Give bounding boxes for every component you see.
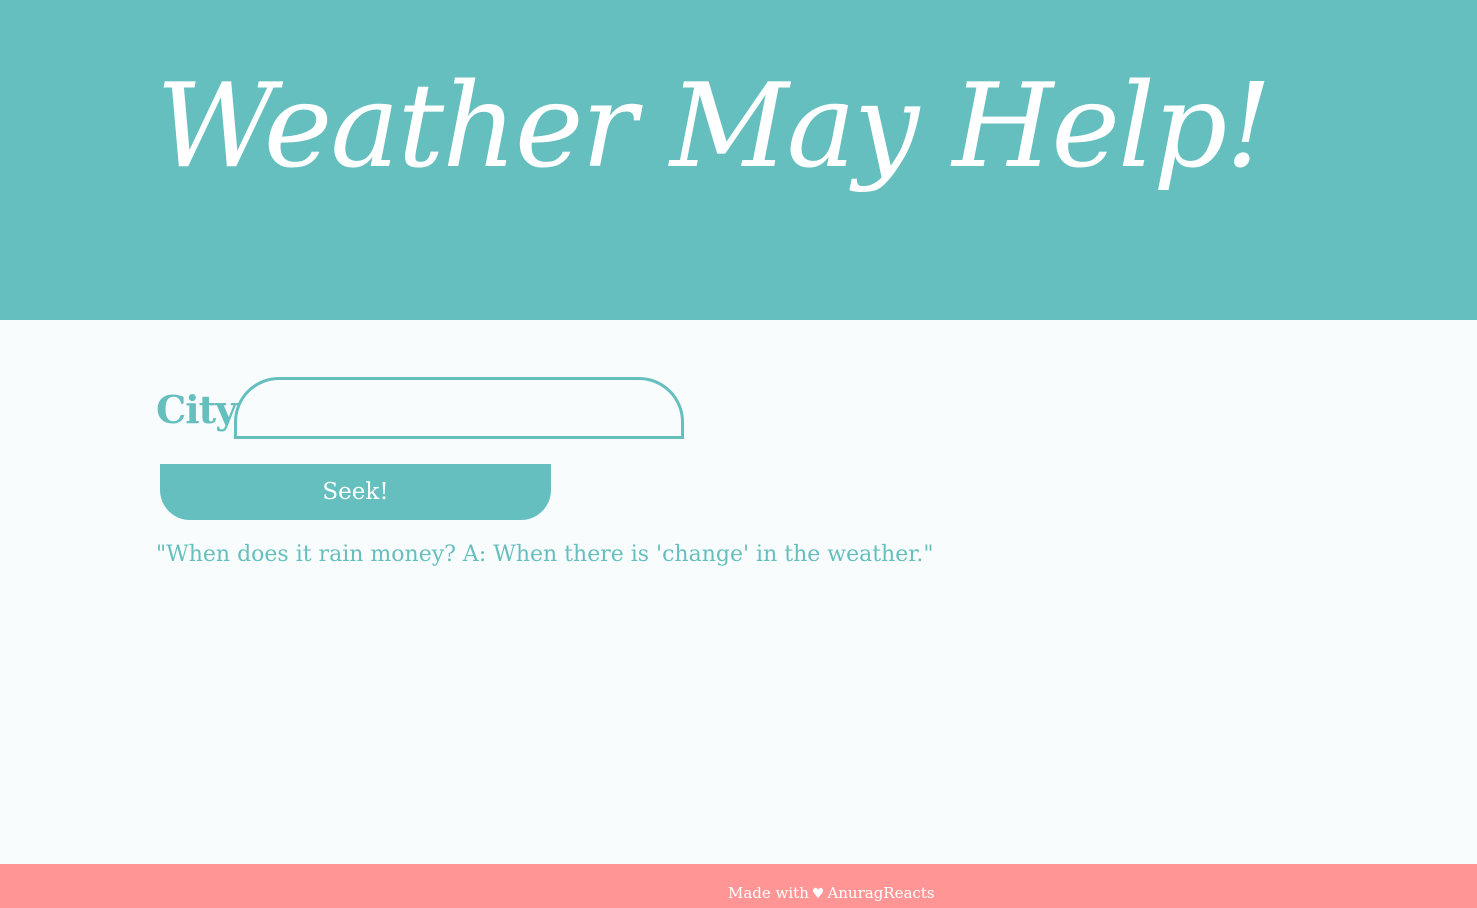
footer-made-with: Made with	[728, 884, 809, 902]
weather-quote: "When does it rain money? A: When there …	[156, 542, 934, 567]
seek-button[interactable]: Seek!	[160, 464, 551, 520]
city-label: City	[156, 387, 237, 432]
heart-icon: ♥	[811, 886, 825, 902]
footer-credit: Made with ♥ AnuragReacts	[728, 884, 935, 902]
footer: Made with ♥ AnuragReacts	[0, 864, 1477, 908]
header-banner: Weather May Help!	[0, 0, 1477, 320]
city-input[interactable]	[234, 377, 684, 439]
app-title: Weather May Help!	[156, 59, 1272, 194]
footer-author: AnuragReacts	[827, 884, 935, 902]
